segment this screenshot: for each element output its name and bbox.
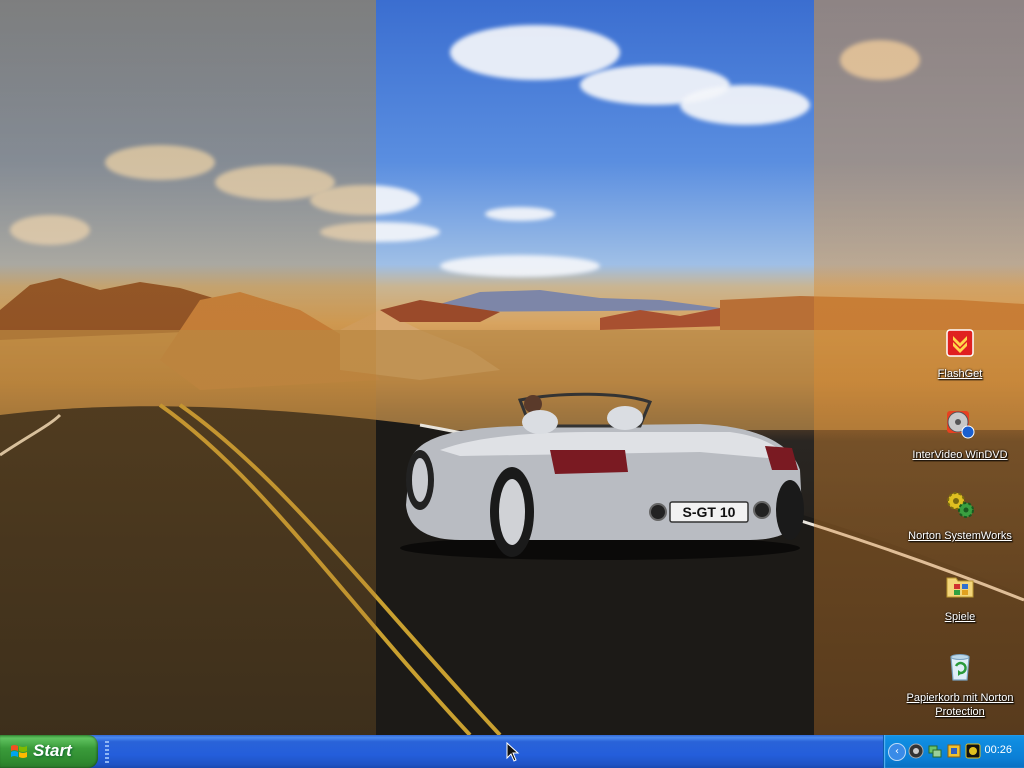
network-tray-icon[interactable] [927, 743, 943, 759]
clock[interactable]: 00:26 [984, 744, 1012, 756]
wallpaper-tint-left [0, 0, 376, 735]
desktop-icon-label: Papierkorb mit Norton Protection [906, 692, 1014, 718]
cloud [680, 85, 810, 125]
folder-games-icon [946, 577, 974, 598]
desktop-icon-label: FlashGet [937, 368, 983, 380]
app-tray-icon[interactable] [946, 743, 962, 759]
desktop-icon-windvd[interactable]: InterVideo WinDVD [905, 408, 1015, 462]
roadster-car: S-GT 10 [400, 392, 804, 560]
speaker-tray-icon[interactable] [908, 743, 924, 759]
desktop-wallpaper: S-GT 10 [0, 0, 1024, 735]
mouse-cursor-icon [506, 742, 520, 762]
desktop-icon-label: Spiele [944, 611, 976, 623]
windows-logo-icon [11, 745, 27, 758]
desktop-icon-label: InterVideo WinDVD [912, 449, 1008, 461]
license-plate: S-GT 10 [683, 504, 736, 520]
cloud [485, 207, 555, 221]
start-label: Start [33, 741, 72, 760]
desktop-icon-norton-systemworks[interactable]: Norton SystemWorks [905, 489, 1015, 543]
start-button[interactable]: Start [0, 735, 98, 768]
media-tray-icon[interactable] [965, 743, 981, 759]
desktop-icon-spiele[interactable]: Spiele [905, 570, 1015, 624]
windvd-icon [947, 411, 975, 439]
system-tray: ‹ 00:26 [883, 735, 1024, 768]
desktop-icon-flashget[interactable]: FlashGet [905, 327, 1015, 381]
cloud [450, 25, 620, 80]
norton-systemworks-icon [947, 492, 974, 518]
desktop-icon-label: Norton SystemWorks [908, 530, 1012, 542]
recycle-bin-icon [950, 654, 970, 681]
show-hidden-icons-chevron-icon[interactable]: ‹ [888, 743, 906, 761]
desktop-icon-recycle-bin[interactable]: Papierkorb mit Norton Protection [905, 651, 1015, 719]
quick-launch-grip[interactable] [105, 741, 109, 763]
flashget-icon [946, 329, 974, 357]
